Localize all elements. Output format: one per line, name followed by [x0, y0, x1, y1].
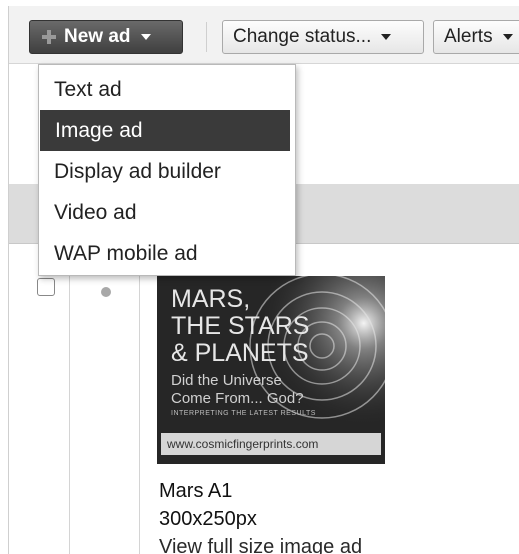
change-status-button[interactable]: Change status... [222, 20, 424, 54]
new-ad-button[interactable]: New ad [29, 20, 183, 54]
ad-subtext: Did the Universe Come From... God? [171, 372, 304, 407]
row-checkbox[interactable] [37, 278, 55, 296]
chevron-down-icon [502, 34, 513, 40]
view-full-size-link[interactable]: View full size image ad [159, 536, 362, 554]
chevron-down-icon [140, 34, 151, 40]
ad-headline: MARS, THE STARS & PLANETS [171, 285, 310, 367]
column-divider [69, 246, 70, 554]
ad-display-url: www.cosmicfingerprints.com [161, 433, 381, 455]
status-dot-icon [101, 287, 111, 297]
toolbar: New ad Change status... Alerts [9, 6, 519, 64]
menu-item-wap-mobile-ad[interactable]: WAP mobile ad [39, 233, 295, 274]
plus-icon [40, 28, 58, 46]
menu-item-display-ad-builder[interactable]: Display ad builder [39, 151, 295, 192]
new-ad-dropdown-menu: Text ad Image ad Display ad builder Vide… [38, 64, 296, 276]
ad-size: 300x250px [159, 508, 257, 530]
alerts-button[interactable]: Alerts [433, 20, 519, 54]
menu-item-image-ad[interactable]: Image ad [40, 110, 290, 151]
ads-panel: New ad Change status... Alerts s [8, 6, 519, 554]
alerts-label: Alerts [444, 26, 493, 47]
new-ad-label: New ad [64, 26, 131, 47]
ad-name[interactable]: Mars A1 [159, 480, 232, 503]
toolbar-divider [206, 22, 207, 52]
change-status-label: Change status... [233, 26, 372, 47]
image-ad-preview[interactable]: MARS, THE STARS & PLANETS Did the Univer… [157, 276, 385, 464]
menu-item-text-ad[interactable]: Text ad [39, 69, 295, 110]
column-divider [139, 246, 140, 554]
ad-tagline: INTERPRETING THE LATEST RESULTS [171, 410, 316, 417]
menu-item-video-ad[interactable]: Video ad [39, 192, 295, 233]
chevron-down-icon [381, 34, 392, 40]
